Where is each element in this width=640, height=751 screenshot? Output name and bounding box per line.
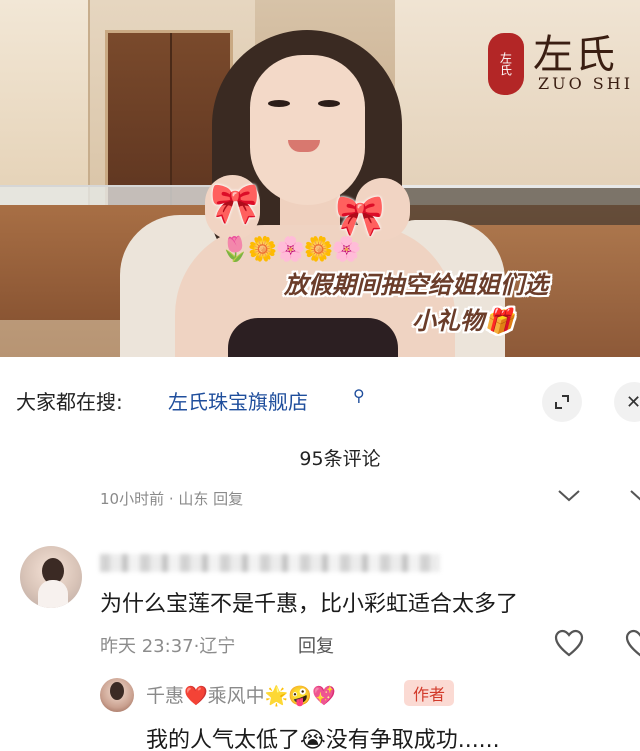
commenter-avatar[interactable] [20, 546, 82, 608]
presenter-face [250, 55, 365, 205]
comment-text[interactable]: 为什么宝莲不是千惠，比小彩虹适合太多了 [100, 586, 518, 618]
reply-button[interactable]: 回复 [298, 632, 334, 658]
video-caption-line2: 小礼物🎁 [412, 306, 514, 335]
chevron-down-icon[interactable] [628, 486, 640, 504]
expand-icon [555, 395, 569, 409]
like-heart-icon[interactable] [624, 628, 640, 658]
like-heart-icon[interactable] [553, 628, 585, 658]
author-name[interactable]: 千惠❤️乘风中🌟🤪💖 [146, 681, 336, 708]
search-suggestion-link[interactable]: 左氏珠宝旗舰店 [168, 386, 308, 415]
presenter-eye [318, 100, 340, 107]
chevron-down-icon[interactable] [556, 486, 582, 504]
commenter-name-blurred [100, 554, 440, 572]
presenter-eye [268, 100, 290, 107]
flower-sticker: 🌷🌼🌸🌼🌸 [220, 235, 361, 263]
video-caption-line1: 放假期间抽空给姐姐们选 [284, 270, 548, 299]
fullscreen-button[interactable] [542, 382, 582, 422]
reply-text[interactable]: 我的人气太低了😭没有争取成功...... [146, 722, 500, 751]
comment-time-location: 昨天 23:37·辽宁 [100, 636, 236, 657]
comment-count-title: 95条评论 [299, 448, 381, 470]
author-badge: 作者 [404, 680, 455, 706]
author-avatar[interactable] [100, 678, 134, 712]
close-icon: ✕ [626, 391, 640, 413]
bow-sticker: 🎀 [335, 193, 385, 239]
presenter-top [228, 318, 398, 357]
search-suggestion-prefix: 大家都在搜: [16, 390, 123, 414]
glass-display-case [380, 185, 640, 225]
video-player[interactable]: 左氏 左氏 ZUO SHI 🎀 🎀 🌷🌼🌸🌼🌸 放假期间抽空给姐姐们选 小礼物🎁 [0, 0, 640, 357]
previous-comment-meta: 10小时前 · 山东 回复 [100, 490, 244, 506]
brand-name-en: ZUO SHI [538, 74, 634, 93]
search-icon[interactable]: ⚲ [353, 386, 365, 405]
brand-seal-logo: 左氏 [488, 33, 524, 95]
bow-sticker: 🎀 [210, 181, 260, 227]
brand-name-cn: 左氏 [533, 32, 617, 78]
